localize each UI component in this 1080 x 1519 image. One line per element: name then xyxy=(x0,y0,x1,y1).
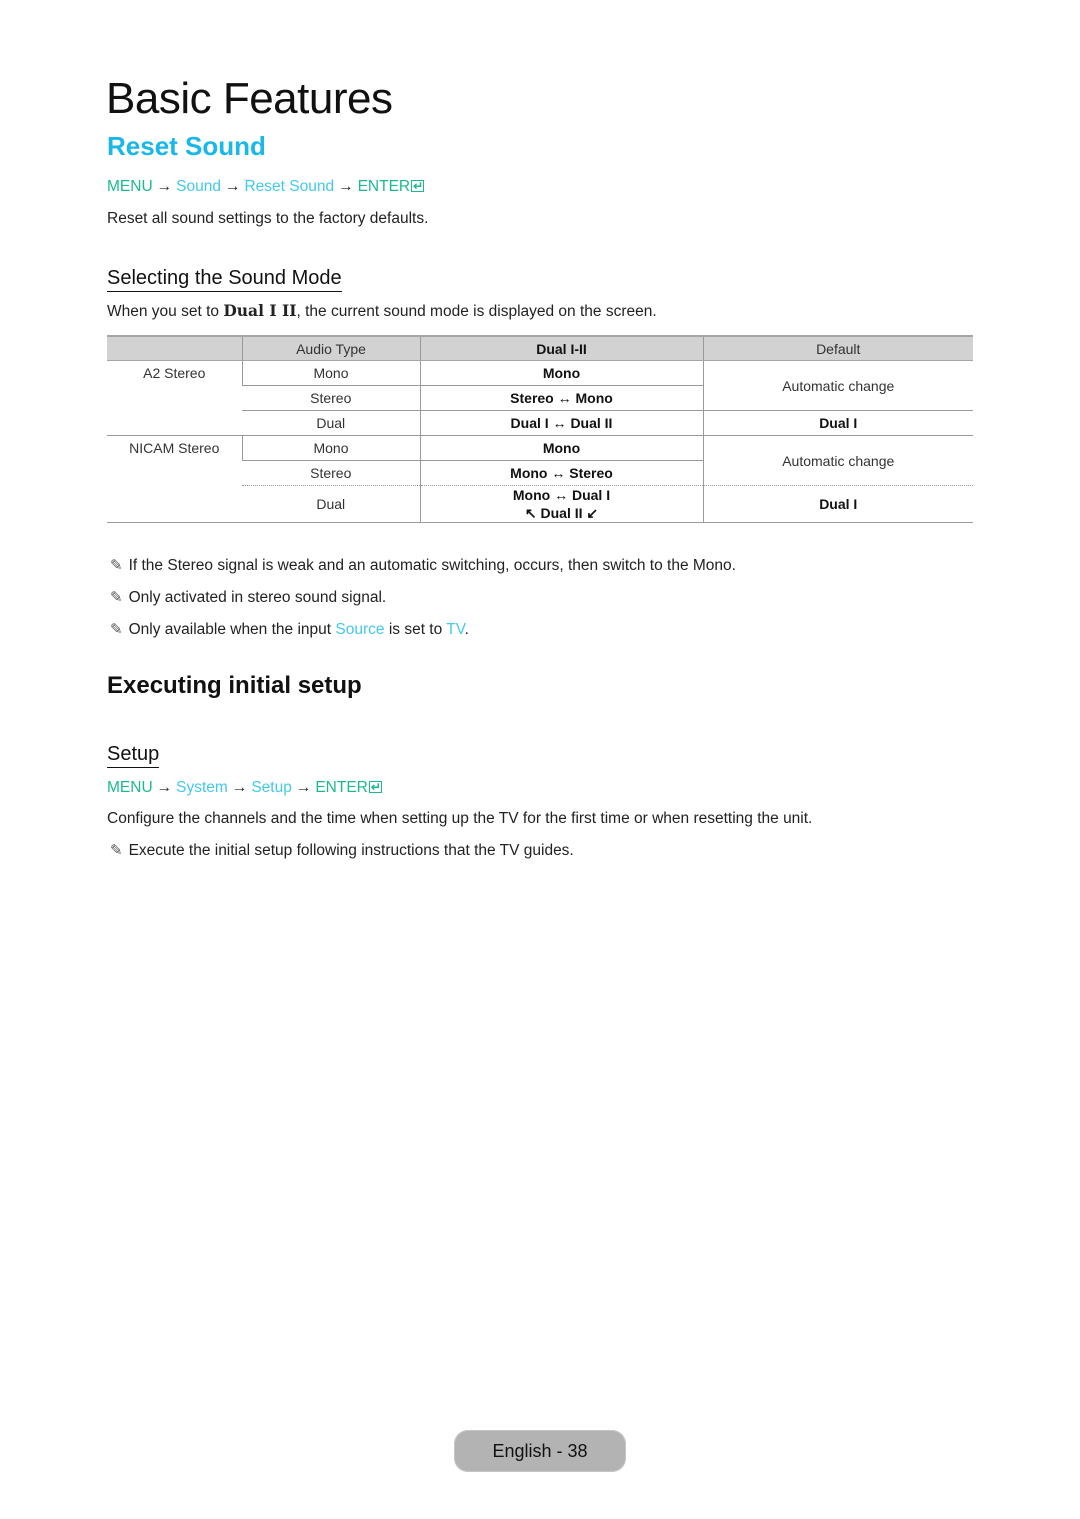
table-cell: Mono xyxy=(241,435,420,461)
table-row: NICAM Stereo Mono Mono Automatic change xyxy=(107,435,973,523)
pencil-note-icon: ✎ xyxy=(110,589,123,606)
table-cell: Stereo ↔ Mono xyxy=(419,385,703,411)
enter-label: ENTER xyxy=(315,779,368,796)
section-title-initial-setup: Executing initial setup xyxy=(107,672,362,699)
table-header: Default xyxy=(702,335,973,361)
menu-label: MENU xyxy=(107,779,153,796)
table-cell: Mono ↔ Stereo xyxy=(419,460,703,486)
table-cell-group: A2 Stereo xyxy=(107,360,242,436)
enter-label: ENTER xyxy=(357,178,411,195)
menu-path-reset-sound: MENU → Sound → Reset Sound → ENTER xyxy=(107,176,425,197)
table-cell-default: Automatic change xyxy=(702,435,973,486)
path-item-system[interactable]: System xyxy=(176,779,228,796)
subsection-title-sound-mode: Selecting the Sound Mode xyxy=(107,266,342,292)
table-cell-default: Automatic change xyxy=(702,360,973,411)
enter-icon xyxy=(368,777,382,797)
arrow-icon: → xyxy=(295,779,312,796)
intro-text: When you set to xyxy=(107,303,224,320)
note-text: If the Stereo signal is weak and an auto… xyxy=(128,557,736,574)
cell-line: ↖ Dual II ↙ xyxy=(524,505,599,521)
arrow-icon: → xyxy=(338,178,354,195)
table-row: A2 Stereo Mono Mono Automatic change xyxy=(107,360,973,436)
setup-description: Configure the channels and the time when… xyxy=(107,810,813,827)
table-cell: Mono xyxy=(419,435,703,461)
note-text: Only available when the input xyxy=(128,621,336,638)
table-cell: Mono xyxy=(419,360,703,386)
table-cell: Dual I ↔ Dual II xyxy=(419,410,703,436)
table-cell-group: NICAM Stereo xyxy=(107,435,242,523)
table-cell: Stereo xyxy=(242,460,420,486)
section-title-reset-sound: Reset Sound xyxy=(107,131,266,161)
chapter-title: Basic Features xyxy=(106,74,393,123)
note: ✎ If the Stereo signal is weak and an aut… xyxy=(110,556,736,576)
table-cell: Dual xyxy=(242,410,420,436)
table-cell-default: Dual I xyxy=(702,410,973,436)
note-text: is set to xyxy=(384,621,447,638)
table-header xyxy=(107,335,242,361)
table-cell: Mono ↔ Dual I ↖ Dual II ↙ xyxy=(419,485,703,523)
link-tv[interactable]: TV xyxy=(446,621,464,638)
note-text: . xyxy=(464,621,469,638)
note: ✎ Execute the initial setup following ins… xyxy=(110,841,574,861)
sound-mode-table: Audio Type Dual I-II Default A2 Stereo M… xyxy=(107,335,973,523)
table-cell: Mono xyxy=(241,360,420,386)
sound-mode-intro: When you set to Dual I II, the current s… xyxy=(107,301,657,322)
arrow-icon: → xyxy=(156,779,173,796)
intro-text-after: , the current sound mode is displayed on… xyxy=(296,303,657,320)
note: ✎ Only activated in stereo sound signal. xyxy=(110,588,386,608)
table-cell: Dual xyxy=(242,485,420,523)
path-item-reset-sound[interactable]: Reset Sound xyxy=(244,178,334,195)
table-header: Audio Type xyxy=(241,335,420,361)
subsection-title-setup: Setup xyxy=(107,742,160,768)
arrow-icon: → xyxy=(224,178,241,195)
table-header: Dual I-II xyxy=(419,335,703,361)
link-source[interactable]: Source xyxy=(335,621,384,638)
note-text: Execute the initial setup following inst… xyxy=(128,842,574,859)
note-text: Only activated in stereo sound signal. xyxy=(128,589,387,606)
enter-icon xyxy=(411,176,425,196)
menu-label: MENU xyxy=(107,178,153,195)
arrow-icon: → xyxy=(156,178,173,195)
table-cell: Stereo xyxy=(242,385,420,411)
table-cell-default: Dual I xyxy=(702,485,973,523)
pencil-note-icon: ✎ xyxy=(110,621,123,638)
path-item-setup[interactable]: Setup xyxy=(251,779,292,796)
page-number-badge: English - 38 xyxy=(454,1430,626,1472)
path-item-sound[interactable]: Sound xyxy=(176,178,221,195)
pencil-note-icon: ✎ xyxy=(110,557,123,574)
table-header-row: Audio Type Dual I-II Default xyxy=(107,335,973,361)
intro-bold-dual: Dual I II xyxy=(223,301,297,320)
arrow-icon: → xyxy=(231,779,248,796)
pencil-note-icon: ✎ xyxy=(110,842,123,859)
menu-path-setup: MENU → System → Setup → ENTER xyxy=(107,777,382,798)
cell-line: Mono ↔ Dual I xyxy=(512,487,611,503)
note: ✎ Only available when the input Source is… xyxy=(110,620,469,640)
reset-sound-description: Reset all sound settings to the factory … xyxy=(107,210,429,227)
